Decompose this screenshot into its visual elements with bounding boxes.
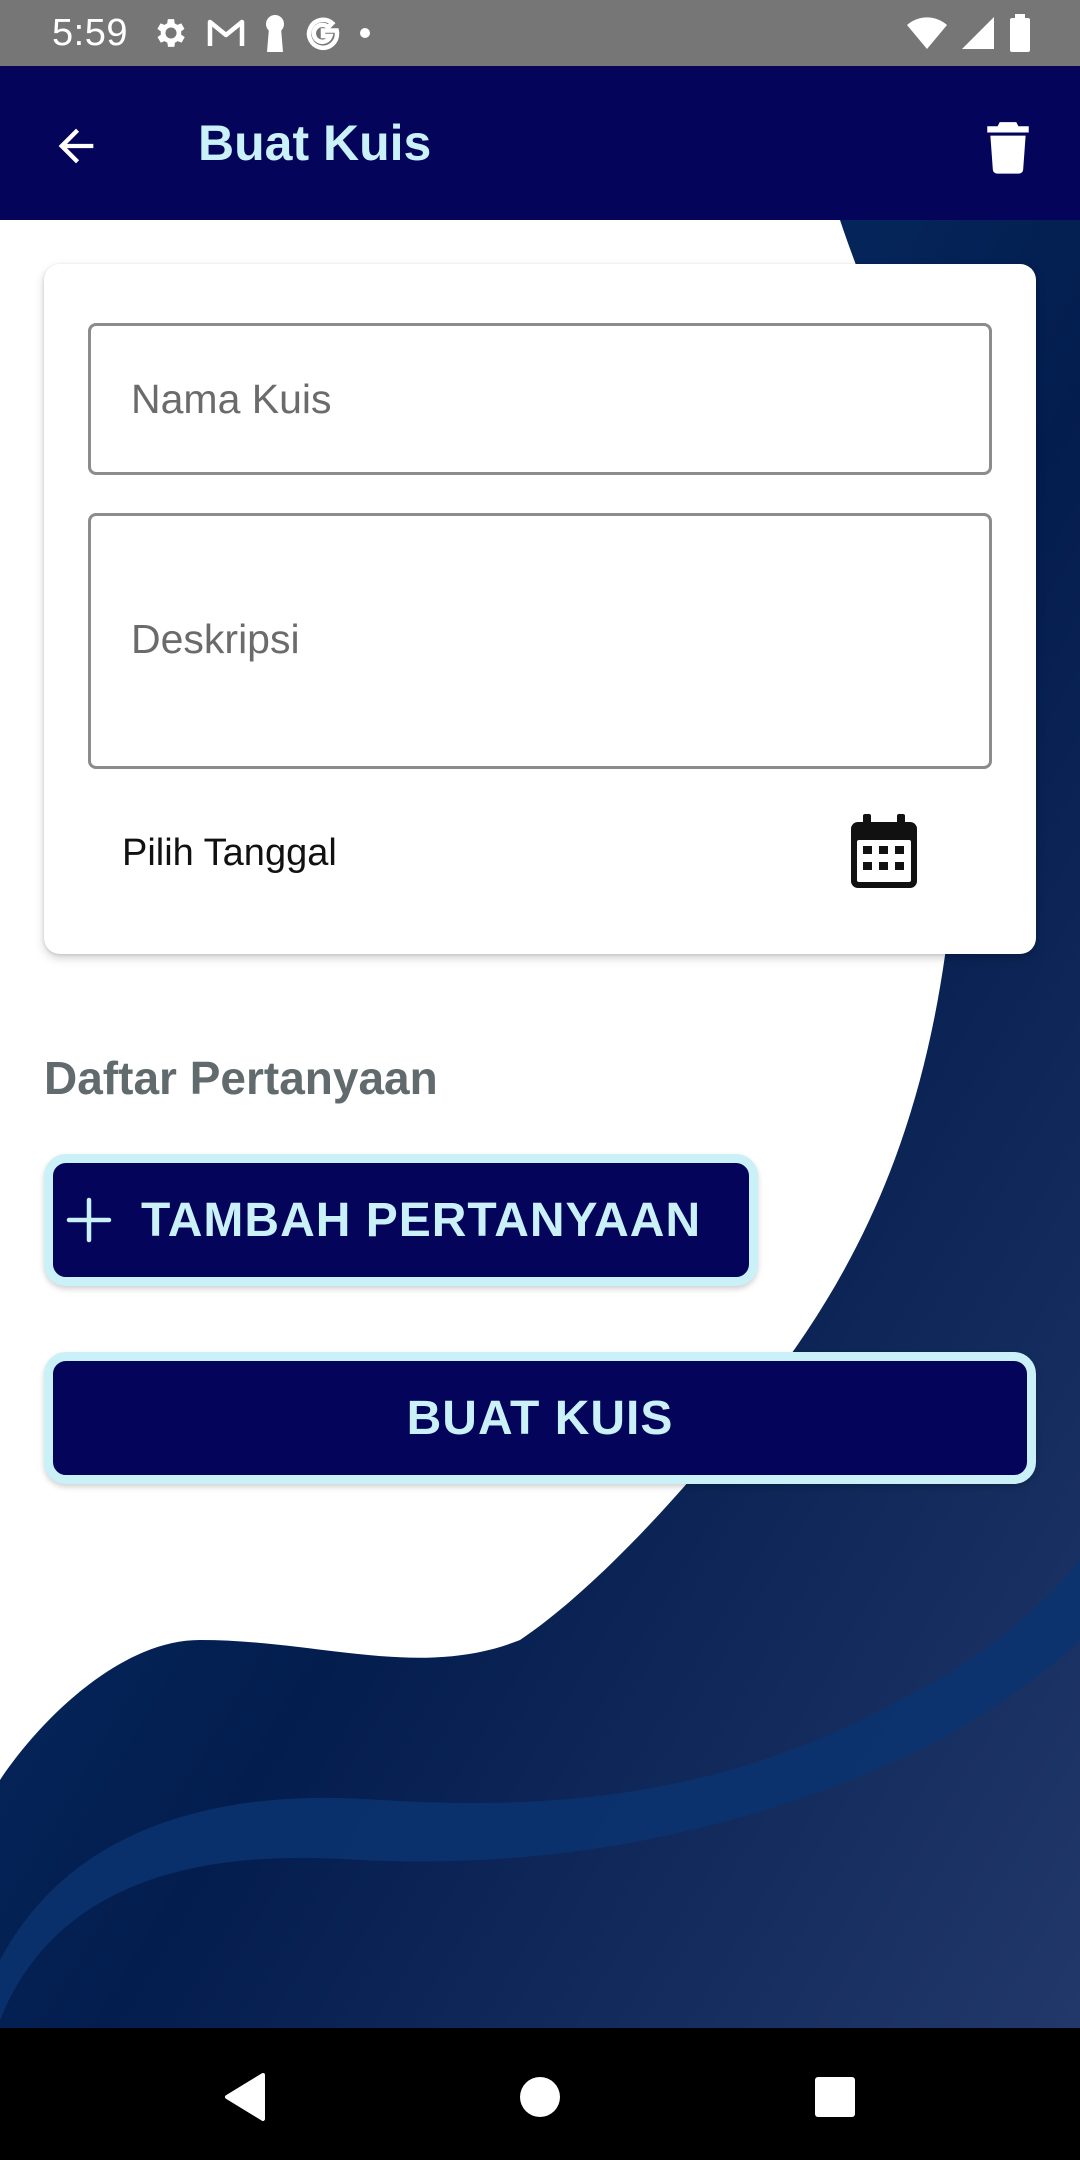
quiz-description-input[interactable] <box>91 516 989 766</box>
arrow-back-icon <box>58 128 94 164</box>
page-title: Buat Kuis <box>198 115 432 171</box>
app-bar: Buat Kuis <box>0 66 1080 220</box>
nav-recents-button[interactable] <box>800 2062 870 2132</box>
wifi-icon <box>906 16 948 50</box>
quiz-description-field[interactable] <box>88 513 992 769</box>
delete-button[interactable] <box>972 110 1044 182</box>
quiz-form-card: Pilih Tanggal <box>44 264 1036 954</box>
settings-icon <box>152 14 190 52</box>
quiz-name-field[interactable] <box>88 323 992 475</box>
status-bar: 5:59 <box>0 0 1080 66</box>
date-picker-button[interactable] <box>844 810 924 894</box>
add-question-label: TAMBAH PERTANYAAN <box>141 1193 702 1247</box>
questions-section-title: Daftar Pertanyaan <box>44 1052 438 1104</box>
nav-home-button[interactable] <box>505 2062 575 2132</box>
nav-back-button[interactable] <box>210 2062 280 2132</box>
google-icon <box>304 14 342 52</box>
plus-icon <box>59 1190 119 1250</box>
status-time: 5:59 <box>52 12 128 54</box>
status-icons-right <box>894 12 1032 54</box>
status-icons-left <box>152 12 388 54</box>
add-question-button[interactable]: TAMBAH PERTANYAAN <box>44 1154 758 1286</box>
back-button[interactable] <box>40 110 112 182</box>
quiz-name-input[interactable] <box>91 326 989 472</box>
nav-recents-icon <box>815 2077 855 2117</box>
trash-icon <box>987 122 1029 174</box>
navigation-bar <box>0 2028 1080 2160</box>
nav-home-icon <box>520 2077 560 2117</box>
signal-icon <box>960 15 996 51</box>
calendar-icon <box>851 814 917 888</box>
create-quiz-label: BUAT KUIS <box>406 1391 674 1445</box>
keyhole-icon <box>262 14 288 52</box>
gmail-icon <box>206 16 246 50</box>
date-picker-label[interactable]: Pilih Tanggal <box>122 830 337 876</box>
battery-icon <box>1008 14 1032 52</box>
create-quiz-button[interactable]: BUAT KUIS <box>44 1352 1036 1484</box>
dot-icon <box>358 26 372 40</box>
nav-back-icon <box>225 2073 265 2121</box>
